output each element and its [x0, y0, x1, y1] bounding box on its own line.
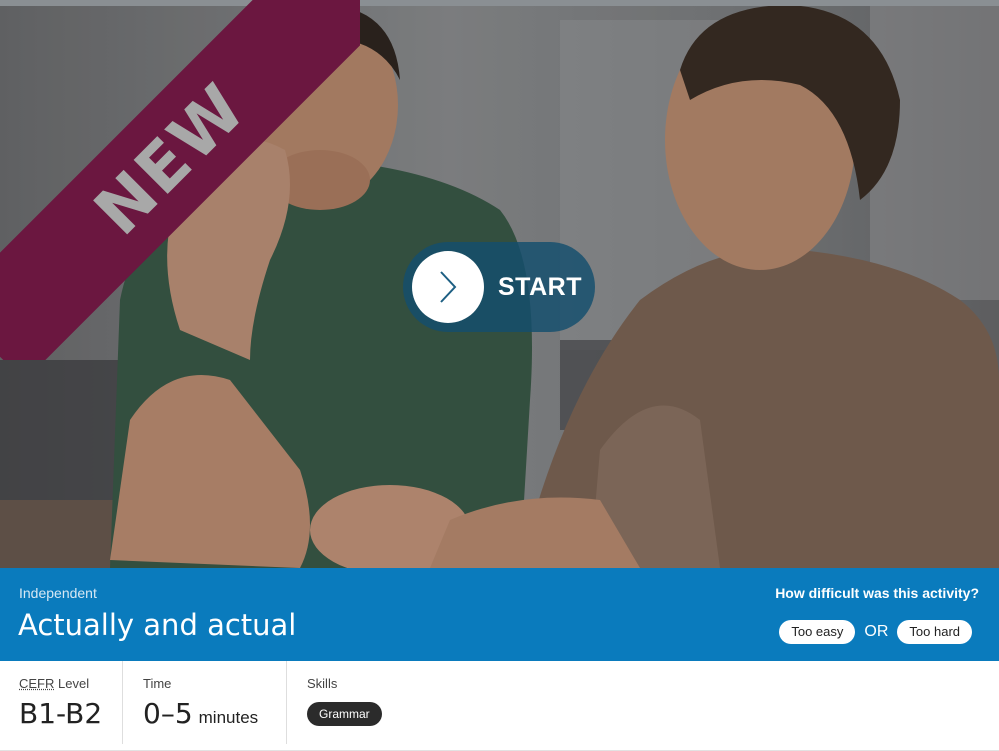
time-value: 0–5 [143, 697, 193, 730]
cefr-level-label: CEFR Level [19, 676, 89, 691]
time-label: Time [143, 676, 171, 691]
time-unit: minutes [199, 708, 259, 727]
chevron-right-icon [434, 269, 462, 305]
activity-title-band: Independent Actually and actual How diff… [0, 568, 999, 661]
time-cell: Time 0–5 minutes [123, 661, 287, 744]
start-label: START [498, 273, 582, 302]
skill-tag-grammar[interactable]: Grammar [307, 702, 382, 726]
cefr-level-cell: CEFR Level B1-B2 [0, 661, 123, 744]
or-separator: OR [864, 623, 888, 641]
new-ribbon-band: NEW [0, 0, 360, 360]
new-badge-text: NEW [79, 68, 260, 249]
time-value-wrap: 0–5 minutes [143, 697, 258, 730]
activity-page: NEW START Independent Actually and actua… [0, 0, 999, 750]
skills-cell: Skills Grammar [287, 661, 999, 744]
activity-info-row: CEFR Level B1-B2 Time 0–5 minutes Skills … [0, 661, 999, 751]
activity-category: Independent [19, 585, 97, 601]
skills-label: Skills [307, 676, 337, 691]
cefr-level-value: B1-B2 [19, 697, 102, 730]
start-circle [412, 251, 484, 323]
activity-title: Actually and actual [18, 608, 296, 642]
hero-image: NEW START [0, 0, 999, 568]
cefr-abbreviation[interactable]: CEFR [19, 676, 54, 691]
difficulty-question: How difficult was this activity? [775, 585, 979, 601]
too-hard-button[interactable]: Too hard [897, 620, 972, 644]
difficulty-feedback: Too easy OR Too hard [779, 620, 972, 644]
new-ribbon: NEW [0, 0, 360, 360]
cefr-label-rest: Level [54, 676, 89, 691]
too-easy-button[interactable]: Too easy [779, 620, 855, 644]
start-button[interactable]: START [403, 242, 595, 332]
